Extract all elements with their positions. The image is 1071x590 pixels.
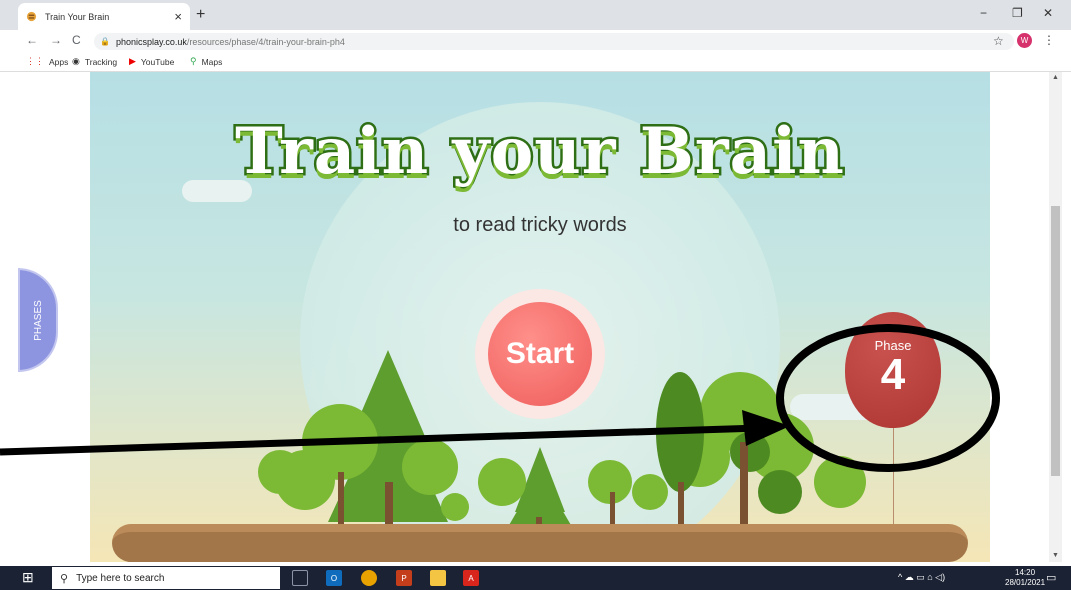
search-placeholder: Type here to search <box>76 572 165 584</box>
annotation-circle <box>776 324 1000 472</box>
file-explorer-icon[interactable] <box>430 570 446 586</box>
taskbar-clock[interactable]: 14:20 28/01/2021 <box>1005 568 1045 588</box>
annotation-arrow-line <box>0 424 761 456</box>
outlook-icon[interactable]: O <box>326 570 342 586</box>
acrobat-icon[interactable]: A <box>463 570 479 586</box>
powerpoint-icon[interactable]: P <box>396 570 412 586</box>
system-tray-icons[interactable]: ^ ☁ ▭ ⌂ ◁) <box>898 572 945 583</box>
notification-icon[interactable]: ▭ <box>1046 571 1056 584</box>
windows-taskbar: ⊞ ⚲ Type here to search O P A ^ ☁ ▭ ⌂ ◁)… <box>0 566 1071 590</box>
clock-date: 28/01/2021 <box>1005 578 1046 587</box>
clock-time: 14:20 <box>1015 568 1036 577</box>
annotation-overlay <box>0 324 1000 472</box>
search-icon: ⚲ <box>60 572 69 585</box>
windows-start-icon[interactable]: ⊞ <box>22 569 34 586</box>
taskbar-search[interactable]: ⚲ Type here to search <box>52 567 280 589</box>
task-view-icon[interactable] <box>292 570 308 586</box>
chrome-icon[interactable] <box>361 570 377 586</box>
